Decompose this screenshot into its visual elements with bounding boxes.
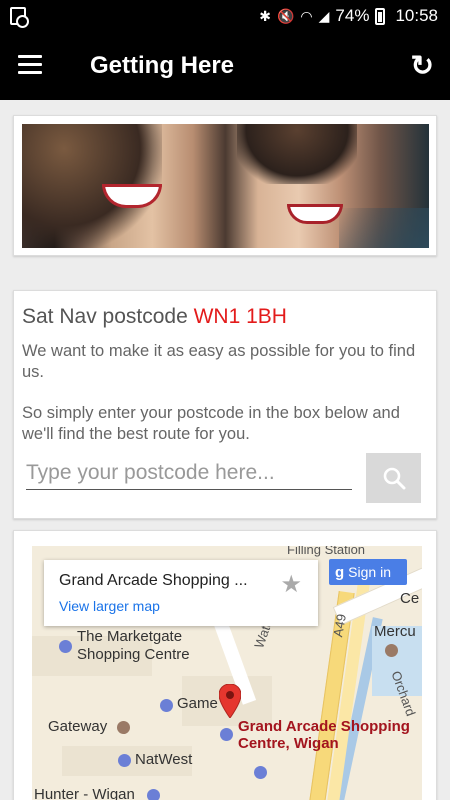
shopping-icon	[147, 789, 160, 800]
battery-icon	[375, 7, 386, 25]
app-bar: Getting Here ↻	[0, 32, 450, 100]
map-label-marketgate-1: The Marketgate	[77, 628, 183, 645]
google-icon: g	[335, 563, 345, 581]
map-label-mercu: Mercu	[374, 623, 416, 640]
status-icons: ✱ 🔇 ◠ ◢ 74% 10:58	[259, 6, 438, 26]
sign-in-label: Sign in	[348, 564, 391, 580]
bank-icon	[118, 754, 131, 767]
hero-image	[22, 124, 429, 248]
map-card: Filling Station Water A49 Ce Mercu Orcha…	[13, 530, 437, 800]
destination-label-line-1: Grand Arcade Shopping	[238, 718, 410, 735]
search-button[interactable]	[366, 453, 421, 503]
battery-percent: 74%	[335, 6, 370, 25]
map-label-hunter: Hunter - Wigan	[34, 786, 135, 800]
map-label-natwest: NatWest	[135, 751, 193, 768]
bar-icon	[117, 721, 130, 734]
postcode-value: WN1 1BH	[193, 305, 287, 328]
refresh-icon[interactable]: ↻	[411, 49, 434, 82]
map-label-gateway: Gateway	[48, 718, 108, 735]
postcode-input[interactable]	[26, 456, 352, 490]
bluetooth-icon: ✱	[259, 7, 271, 24]
map-label-marketgate-2: Shopping Centre	[77, 646, 190, 663]
embedded-map[interactable]: Filling Station Water A49 Ce Mercu Orcha…	[32, 546, 422, 800]
postcode-card: Sat Nav postcode WN1 1BH We want to make…	[13, 290, 437, 519]
destination-label: Grand Arcade Shopping Centre, Wigan	[238, 718, 410, 752]
sign-in-button[interactable]: g Sign in	[329, 559, 407, 585]
postcode-heading-label: Sat Nav postcode	[22, 305, 188, 328]
menu-icon[interactable]	[18, 55, 42, 75]
instruction-paragraph: So simply enter your postcode in the box…	[22, 404, 400, 443]
hero-card	[13, 115, 437, 256]
map-pin-icon[interactable]	[219, 684, 241, 718]
wifi-icon: ◠	[300, 7, 313, 24]
view-larger-map-link[interactable]: View larger map	[59, 598, 160, 614]
shopping-icon	[160, 699, 173, 712]
status-bar: ✱ 🔇 ◠ ◢ 74% 10:58	[0, 0, 450, 32]
destination-shopping-icon	[220, 728, 233, 741]
map-info-box: Grand Arcade Shopping ... View larger ma…	[44, 560, 318, 626]
map-label-ce: Ce	[400, 590, 420, 607]
page-title: Getting Here	[90, 52, 235, 79]
map-label-game: Game	[177, 695, 218, 712]
shopping-icon	[59, 640, 72, 653]
mute-icon: 🔇	[276, 7, 295, 24]
postcode-heading: Sat Nav postcode WN1 1BH	[22, 305, 287, 329]
restaurant-icon	[385, 644, 398, 657]
intro-paragraph: We want to make it as easy as possible f…	[22, 342, 416, 381]
shopping-icon	[254, 766, 267, 779]
map-label-filling: Filling Station	[287, 546, 366, 557]
search-icon	[383, 467, 405, 490]
save-star-icon[interactable]: ★	[280, 570, 302, 599]
signal-icon: ◢	[318, 7, 330, 24]
clock: 10:58	[395, 6, 438, 25]
screenshot-icon	[10, 7, 29, 28]
map-place-name: Grand Arcade Shopping ...	[59, 572, 248, 589]
destination-label-line-2: Centre, Wigan	[238, 735, 339, 752]
